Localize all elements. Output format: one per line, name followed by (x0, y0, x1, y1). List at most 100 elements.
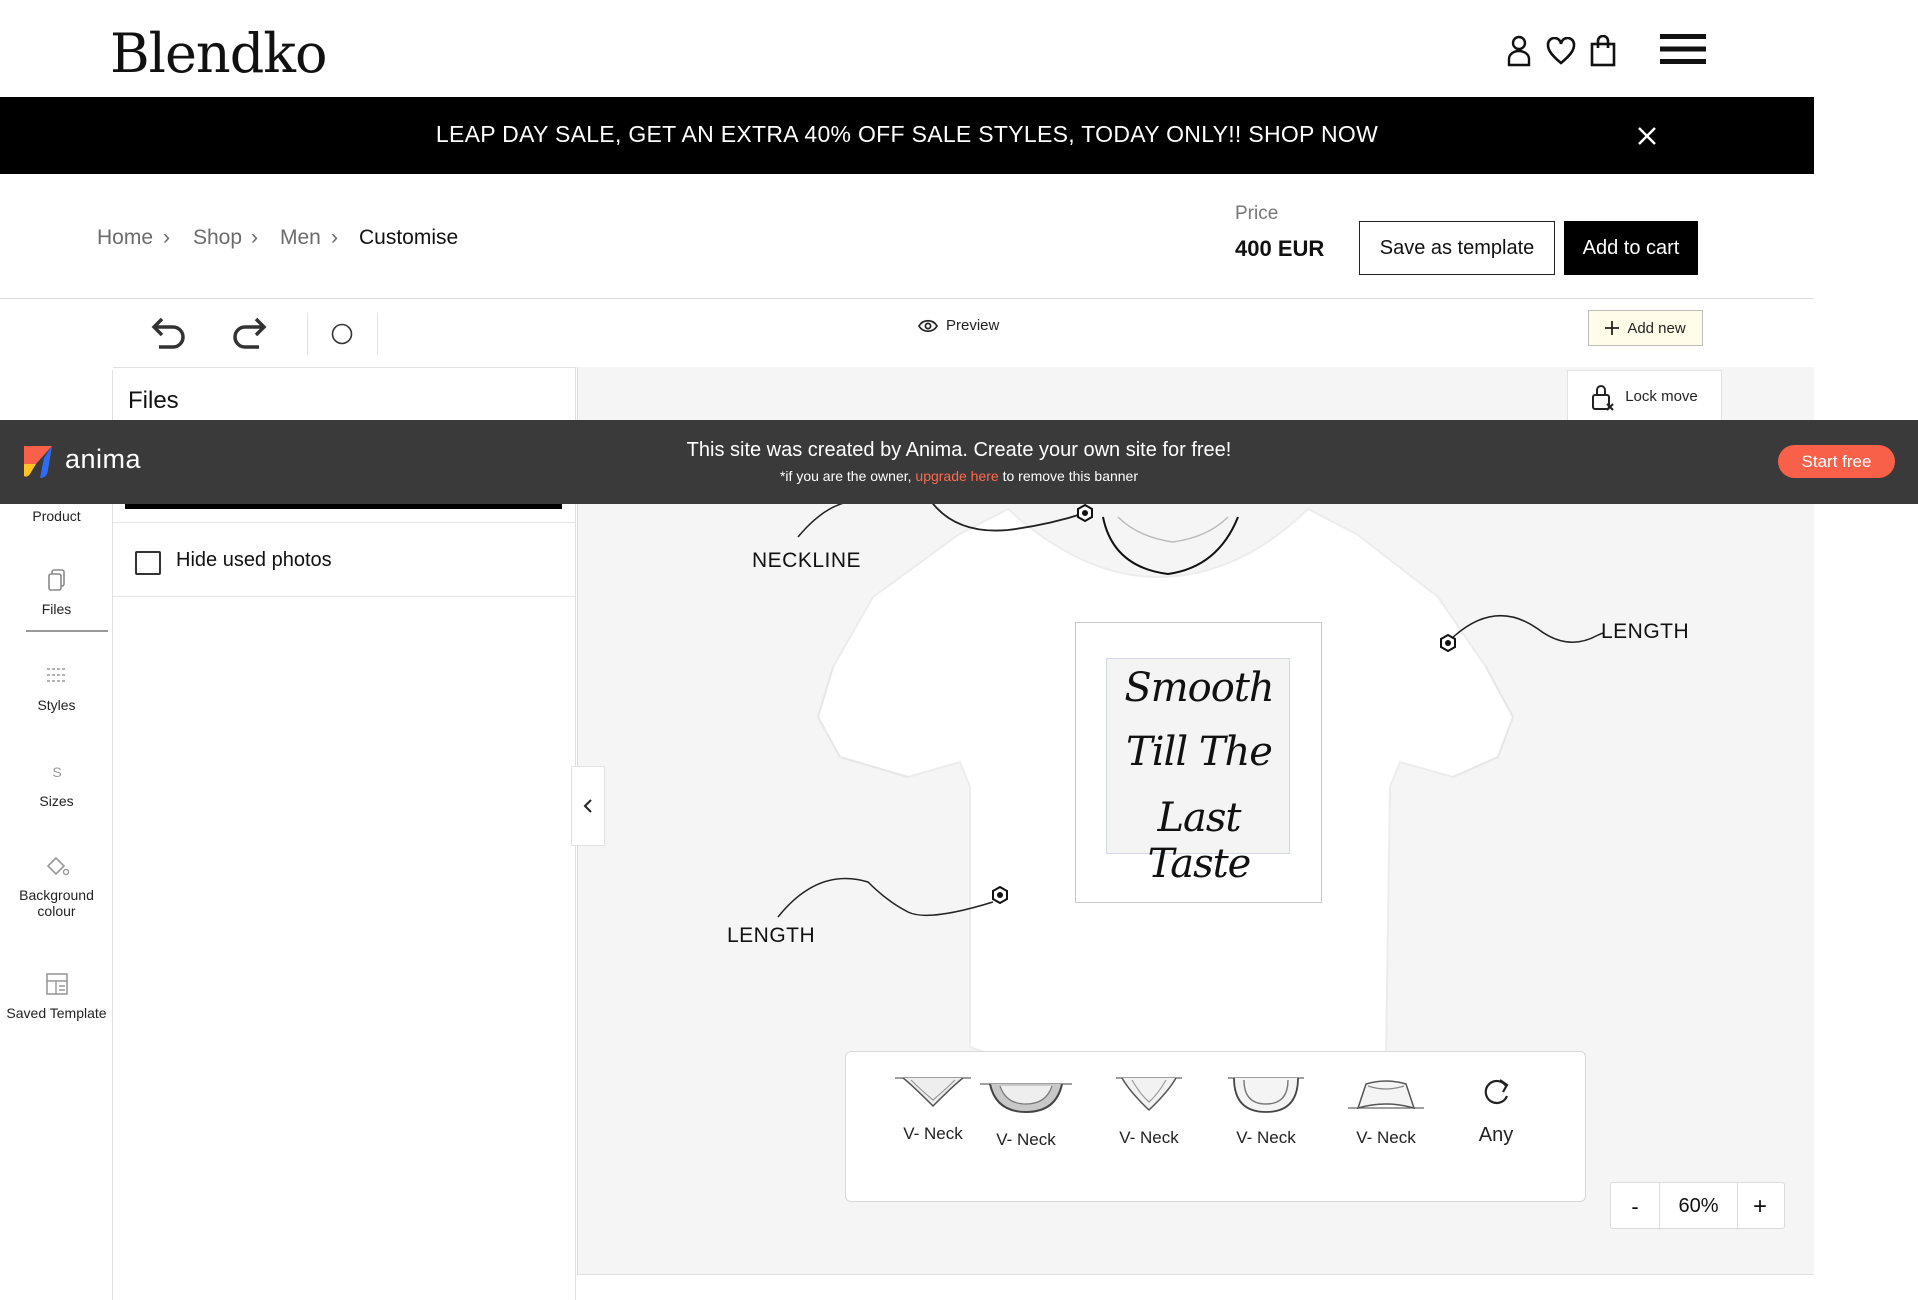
sidebar-item-label: Files (41, 601, 72, 617)
collapse-panel-button[interactable] (571, 766, 605, 846)
sizes-icon: S (52, 764, 61, 780)
undo-icon[interactable] (144, 313, 190, 355)
chevron-right-icon: › (251, 226, 258, 249)
neckline-option-selected[interactable]: V- Neck (976, 1078, 1076, 1150)
sidebar-item-background-colour[interactable]: Background colour (0, 853, 113, 919)
brand-logo[interactable]: Blendko (110, 22, 327, 85)
lock-move-label: Lock move (1625, 388, 1698, 405)
circle-shape-icon[interactable] (329, 322, 355, 348)
refresh-icon (1484, 1079, 1509, 1105)
bag-icon[interactable] (1586, 32, 1620, 70)
zoom-out-button[interactable]: - (1611, 1183, 1659, 1230)
promo-banner: LEAP DAY SALE, GET AN EXTRA 40% OFF SALE… (0, 97, 1814, 174)
eye-icon (918, 319, 938, 332)
neckline-option-label: V- Neck (996, 1130, 1056, 1149)
active-indicator (26, 630, 108, 632)
length-annotation-right: LENGTH (1601, 620, 1690, 643)
anima-sub-suffix: to remove this banner (998, 468, 1138, 484)
length-annotation-left: LENGTH (727, 924, 816, 947)
sidebar-item-label: Styles (37, 697, 76, 713)
hide-used-photos-checkbox[interactable] (135, 551, 161, 575)
price-value: 400 EUR (1235, 236, 1325, 261)
neckline-option[interactable]: V- Neck (1336, 1072, 1436, 1148)
breadcrumb-men[interactable]: Men (280, 226, 321, 250)
neckline-annotation: NECKLINE (752, 549, 862, 572)
design-line: Till The (1126, 729, 1273, 775)
upgrade-link[interactable]: upgrade here (915, 468, 998, 484)
neckline-picker: V- Neck V- Neck V- Neck V- Neck V- Neck … (845, 1051, 1586, 1202)
neckline-option-label: V- Neck (1119, 1128, 1179, 1147)
preview-label: Preview (946, 317, 1000, 334)
files-panel-title: Files (128, 387, 179, 414)
v-neck-icon (895, 1077, 971, 1108)
user-icon[interactable] (1502, 32, 1536, 70)
close-icon[interactable] (1630, 119, 1664, 153)
crew-neck-icon (980, 1083, 1072, 1114)
svg-text:S: S (52, 764, 61, 780)
toolbar-separator (307, 313, 308, 355)
chevron-left-icon (583, 799, 592, 813)
breadcrumb-current: Customise (359, 226, 459, 249)
chevron-right-icon: › (331, 226, 338, 249)
design-line: Smooth (1124, 665, 1274, 711)
sidebar-item-label: Product (32, 508, 81, 524)
start-free-button[interactable]: Start free (1778, 445, 1895, 478)
toolbar-separator (377, 313, 378, 355)
add-new-button[interactable]: Add new (1588, 310, 1703, 346)
anima-banner: anima This site was created by Anima. Cr… (0, 420, 1918, 504)
anima-submessage: *if you are the owner, upgrade here to r… (0, 468, 1918, 484)
lock-move-button[interactable]: Lock move (1567, 370, 1722, 423)
sidebar-item-files[interactable]: Files (0, 567, 113, 617)
hex-marker-icon (992, 885, 1008, 905)
divider (0, 298, 1814, 299)
neckline-option-any[interactable]: Any (1446, 1072, 1546, 1147)
promo-text[interactable]: LEAP DAY SALE, GET AN EXTRA 40% OFF SALE… (0, 121, 1814, 148)
template-icon (45, 973, 68, 995)
hex-marker-icon (1440, 633, 1456, 653)
sidebar-item-sizes[interactable]: S Sizes (0, 759, 113, 809)
neckline-option-label: Any (1478, 1124, 1514, 1146)
anima-sub-prefix: *if you are the owner, (779, 468, 916, 484)
heart-icon[interactable] (1544, 32, 1578, 70)
redo-icon[interactable] (228, 313, 274, 355)
preview-button[interactable]: Preview (918, 317, 999, 334)
neckline-option-label: V- Neck (1236, 1128, 1296, 1147)
neckline-option[interactable]: V- Neck (1099, 1072, 1199, 1148)
anima-message: This site was created by Anima. Create y… (686, 439, 1232, 461)
paint-bucket-icon (46, 856, 69, 876)
neckline-option[interactable]: V- Neck (1216, 1072, 1316, 1148)
hex-marker-icon (1077, 503, 1093, 523)
divider (113, 596, 576, 597)
round-neck-icon (1228, 1077, 1304, 1113)
add-new-label: Add new (1627, 319, 1686, 337)
neckline-option-label: V- Neck (1356, 1128, 1416, 1147)
sidebar-item-saved-template[interactable]: Saved Template (0, 971, 113, 1021)
sidebar-item-label: Background colour (19, 887, 94, 919)
zoom-value: 60% (1659, 1183, 1738, 1230)
styles-icon (46, 668, 67, 682)
hide-used-photos-label[interactable]: Hide used photos (176, 549, 332, 572)
divider (113, 522, 576, 523)
price-label: Price (1235, 203, 1279, 224)
design-artwork[interactable]: Smooth Till The Last Taste (1106, 658, 1290, 887)
breadcrumb-home[interactable]: Home (97, 226, 153, 250)
v-neck-icon (1116, 1077, 1182, 1112)
sidebar-item-product[interactable]: Product (0, 508, 113, 524)
breadcrumb-shop[interactable]: Shop (193, 226, 242, 250)
plus-icon (1605, 321, 1620, 335)
sidebar-item-styles[interactable]: Styles (0, 663, 113, 713)
save-template-button[interactable]: Save as template (1359, 221, 1555, 275)
zoom-control: - 60% + (1610, 1182, 1785, 1230)
neckline-option[interactable]: V- Neck (883, 1072, 983, 1144)
add-to-cart-button[interactable]: Add to cart (1564, 221, 1698, 275)
menu-icon[interactable] (1660, 32, 1706, 66)
lock-icon (1592, 384, 1614, 411)
files-icon (47, 569, 65, 591)
design-line: Last Taste (1147, 795, 1252, 887)
chevron-right-icon: › (163, 226, 170, 249)
zoom-in-button[interactable]: + (1736, 1183, 1784, 1230)
turtle-neck-icon (1348, 1080, 1424, 1110)
sidebar-item-label: Saved Template (6, 1005, 107, 1021)
sidebar-item-label: Sizes (39, 793, 74, 809)
neckline-option-label: V- Neck (903, 1124, 963, 1143)
